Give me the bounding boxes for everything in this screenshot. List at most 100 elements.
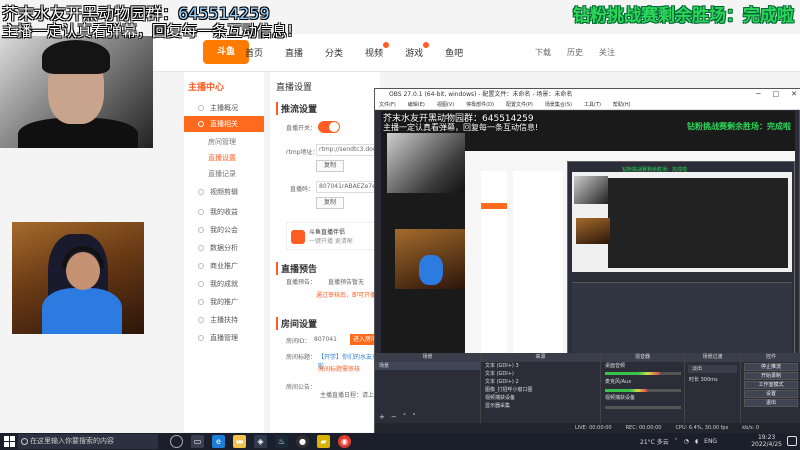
taskbar-clock[interactable]: 19:23 2022/4/25 bbox=[751, 434, 782, 448]
sidebar-item-room-manage[interactable]: 房间管理 bbox=[184, 134, 264, 150]
portrait-hair bbox=[42, 40, 110, 74]
sidebar-item-label: 我的推广 bbox=[210, 298, 238, 306]
mixer-channel-label: 桌面音频 bbox=[605, 363, 626, 369]
cortana-icon[interactable] bbox=[170, 435, 183, 448]
volume-icon[interactable]: ◖ bbox=[695, 438, 698, 445]
language-indicator[interactable]: ENG bbox=[704, 438, 717, 445]
live-switch-toggle[interactable] bbox=[318, 121, 340, 133]
file-explorer-icon[interactable]: ▬ bbox=[233, 435, 246, 448]
obs-preview[interactable]: 芥末水友开黑动物园群：645514259 主播一定认真看弹幕，回复每一条互动信息… bbox=[381, 111, 795, 363]
clock-time: 19:23 bbox=[757, 434, 776, 441]
add-icon[interactable]: + bbox=[379, 413, 385, 421]
manage-icon bbox=[198, 335, 204, 341]
tray-chevron-icon[interactable]: ˄ bbox=[675, 438, 678, 445]
source-item[interactable]: 图像_打招呼小窗口图 bbox=[481, 386, 600, 394]
exit-button[interactable]: 退出 bbox=[744, 399, 798, 407]
windows-start-icon[interactable] bbox=[4, 436, 15, 447]
duration-value: 300ms bbox=[700, 377, 718, 383]
transition-duration[interactable]: 时长 300ms bbox=[685, 376, 740, 384]
minimize-icon[interactable]: ─ bbox=[756, 89, 760, 100]
nav-fishbar[interactable]: 鱼吧 bbox=[445, 46, 463, 59]
system-tray: 21°C 多云 ˄ ◔ ◖ ENG bbox=[640, 433, 717, 450]
sidebar-item-live-records[interactable]: 直播记录 bbox=[184, 166, 264, 182]
stream-key-field[interactable]: 807041rABAEZe7e bbox=[316, 181, 380, 193]
download-link[interactable]: 下载 bbox=[535, 47, 551, 58]
store-icon[interactable]: ◈ bbox=[254, 435, 267, 448]
transition-select[interactable]: 淡出 bbox=[688, 365, 737, 373]
obs-status-bar: LIVE: 00:00:00 REC: 00:00:00 CPU: 6.4%, … bbox=[375, 423, 800, 433]
chrome-icon[interactable]: ◉ bbox=[338, 435, 351, 448]
weather-text[interactable]: 21°C 多云 bbox=[640, 437, 669, 446]
obs-titlebar[interactable]: OBS 27.0.1 (64-bit, windows) - 配置文件：未命名 … bbox=[375, 89, 800, 100]
sidebar-item-support[interactable]: 主播扶持 bbox=[184, 312, 264, 328]
notice-value[interactable]: 主播直播日程： bbox=[320, 390, 362, 399]
share-icon bbox=[198, 299, 204, 305]
nav-video[interactable]: 视频 bbox=[365, 42, 390, 59]
maximize-icon[interactable]: □ bbox=[773, 89, 780, 100]
stop-stream-button[interactable]: 停止推流 bbox=[744, 363, 798, 371]
sidebar-item-live[interactable]: 直播相关 bbox=[184, 116, 264, 132]
copy-key-button[interactable]: 复制 bbox=[316, 197, 344, 209]
menu-edit[interactable]: 编辑(E) bbox=[408, 100, 425, 109]
site-nav: 首页 直播 分类 视频 游戏 鱼吧 bbox=[245, 42, 463, 59]
sidebar-item-video-clip[interactable]: 视频剪辑 bbox=[184, 184, 264, 200]
page-title: 直播设置 bbox=[276, 83, 313, 93]
history-link[interactable]: 历史 bbox=[567, 47, 583, 58]
nav-home[interactable]: 首页 bbox=[245, 46, 263, 59]
sidebar-item-achievements[interactable]: 我的成就 bbox=[184, 276, 264, 292]
up-icon[interactable]: ˄ bbox=[403, 413, 407, 421]
douyu-logo[interactable]: 斗鱼 bbox=[203, 40, 249, 64]
sidebar-item-promotion[interactable]: 商业推广 bbox=[184, 258, 264, 274]
copy-rtmp-button[interactable]: 复制 bbox=[316, 160, 344, 172]
settings-button[interactable]: 设置 bbox=[744, 390, 798, 398]
folder-icon[interactable]: ▰ bbox=[317, 435, 330, 448]
sidebar-item-overview[interactable]: 主播概况 bbox=[184, 100, 264, 116]
notification-icon[interactable] bbox=[787, 436, 797, 446]
source-item[interactable]: 视频捕获设备 bbox=[481, 394, 600, 402]
network-icon[interactable]: ◔ bbox=[684, 438, 689, 445]
menu-profile[interactable]: 配置文件(P) bbox=[506, 100, 533, 109]
sidebar-item-guild[interactable]: 我的公会 bbox=[184, 222, 264, 238]
source-item[interactable]: 文本 (GDI+) 3 bbox=[481, 362, 600, 370]
sidebar-item-analytics[interactable]: 数据分析 bbox=[184, 240, 264, 256]
menu-tools[interactable]: 工具(T) bbox=[584, 100, 601, 109]
sidebar-item-label: 商业推广 bbox=[210, 262, 238, 270]
mixer-dock: 混音器 桌面音频 麦克风/Aux 视频捕获设备 bbox=[601, 353, 685, 423]
rtmp-address-field[interactable]: rtmp://sendtc3.douyu.com/live bbox=[316, 144, 380, 156]
preview-danmaku-text: 主播一定认真看弹幕，回复每一条互动信息! bbox=[383, 123, 539, 132]
source-item[interactable]: 显示器采集 bbox=[481, 402, 600, 410]
scene-item[interactable]: 场景 bbox=[375, 362, 480, 370]
nav-category[interactable]: 分类 bbox=[325, 46, 343, 59]
taskbar-search[interactable]: 在这里输入你要搜索的内容 bbox=[18, 434, 158, 449]
edge-icon[interactable]: e bbox=[212, 435, 225, 448]
follow-link[interactable]: 关注 bbox=[599, 47, 615, 58]
task-view-icon[interactable]: ▭ bbox=[191, 435, 204, 448]
preview-webcam bbox=[395, 229, 465, 289]
menu-file[interactable]: 文件(F) bbox=[379, 100, 396, 109]
source-item[interactable]: 文本 (GDI+) 2 bbox=[481, 378, 600, 386]
remove-icon[interactable]: − bbox=[391, 413, 397, 421]
menu-docks[interactable]: 停靠部件(D) bbox=[466, 100, 494, 109]
down-icon[interactable]: ˅ bbox=[412, 413, 416, 421]
sidebar-item-live-manage[interactable]: 直播管理 bbox=[184, 330, 264, 346]
sidebar-item-live-settings[interactable]: 直播设置 bbox=[184, 150, 264, 166]
start-recording-button[interactable]: 开始录制 bbox=[744, 372, 798, 380]
menu-scene-collection[interactable]: 场景集合(S) bbox=[545, 100, 572, 109]
webcam-feed bbox=[12, 222, 144, 334]
menu-view[interactable]: 视图(V) bbox=[437, 100, 454, 109]
sidebar-item-income[interactable]: 我的收益 bbox=[184, 204, 264, 220]
steam-icon[interactable]: ♨ bbox=[275, 435, 288, 448]
menu-help[interactable]: 帮助(H) bbox=[613, 100, 631, 109]
obs-icon[interactable]: ● bbox=[296, 435, 309, 448]
hot-badge-icon bbox=[383, 42, 390, 48]
nav-live[interactable]: 直播 bbox=[285, 46, 303, 59]
preview-value: 直播预告暂无 bbox=[328, 279, 365, 286]
sources-dock: 来源 文本 (GDI+) 3 文本 (GDI+) 文本 (GDI+) 2 图像_… bbox=[481, 353, 601, 423]
nav-game[interactable]: 游戏 bbox=[405, 42, 430, 59]
douyu-companion-promo[interactable]: 斗鱼直播伴侣 一键开播 更清晰 bbox=[286, 222, 380, 250]
studio-mode-button[interactable]: 工作室模式 bbox=[744, 381, 798, 389]
source-item[interactable]: 文本 (GDI+) bbox=[481, 370, 600, 378]
sidebar-item-my-promotion[interactable]: 我的推广 bbox=[184, 294, 264, 310]
close-icon[interactable]: ✕ bbox=[791, 89, 797, 100]
controls-dock: 控件 停止推流 开始录制 工作室模式 设置 退出 bbox=[741, 353, 800, 423]
